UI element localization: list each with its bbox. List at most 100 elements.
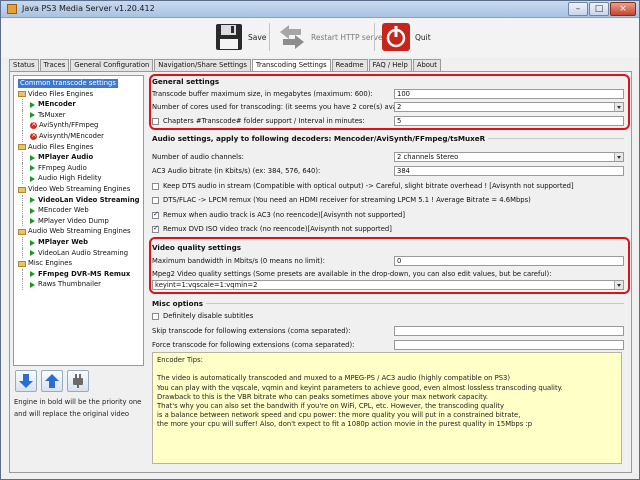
tree-folder[interactable]: Common transcode settings — [18, 79, 118, 88]
tree-engine-item[interactable]: Avisynth/MEncoder — [30, 131, 104, 141]
play-icon — [30, 197, 35, 204]
maximize-button[interactable]: □ — [589, 2, 609, 16]
misc-options-title: Misc options — [152, 299, 203, 308]
quit-button[interactable]: Quit — [381, 21, 431, 53]
encoder-tips-box: Encoder Tips: The video is automatically… — [152, 352, 622, 464]
tree-engine-item[interactable]: FFmpeg DVR-MS Remux — [30, 270, 130, 279]
save-button[interactable]: Save — [214, 21, 266, 53]
tree-item-label: MPlayer Video Dump — [38, 216, 109, 225]
tree-engine-item[interactable]: VideoLan Audio Streaming — [30, 249, 128, 258]
remux-dvd-checkbox[interactable]: Remux DVD ISO video track (no reencode)[… — [152, 224, 392, 233]
tab-general-configuration[interactable]: General Configuration — [70, 59, 154, 71]
tree-engine-item[interactable]: MPlayer Video Dump — [30, 217, 109, 226]
play-icon — [30, 218, 35, 225]
highlight-video-quality — [149, 237, 630, 294]
tree-engine-item[interactable]: FFmpeg Audio — [30, 164, 87, 173]
tree-folder[interactable]: Audio Web Streaming Engines — [18, 227, 131, 236]
tree-item-label: MEncoder Web — [38, 206, 89, 215]
tip-line — [157, 365, 617, 374]
disable-subtitles-checkbox[interactable]: Definitely disable subtitles — [152, 312, 253, 320]
lpcm-remux-checkbox[interactable]: DTS/FLAC -> LPCM remux (You need an HDMI… — [152, 196, 531, 204]
tree-engine-item[interactable]: MPlayer Audio — [30, 153, 93, 162]
tree-connector — [22, 237, 23, 248]
toggle-engine-button[interactable] — [67, 370, 89, 392]
tree-engine-item[interactable]: MPlayer Web — [30, 238, 88, 247]
restart-http-server-button[interactable]: Restart HTTP server — [277, 21, 386, 53]
audio-channels-select[interactable]: 2 channels Stereo — [394, 152, 624, 162]
lpcm-remux-label: DTS/FLAC -> LPCM remux (You need an HDMI… — [163, 196, 531, 204]
tree-item-label: Video Files Engines — [28, 89, 94, 98]
tree-item-label: Raws Thumbnailer — [38, 280, 101, 289]
tab-navigation-share-settings[interactable]: Navigation/Share Settings — [154, 59, 251, 71]
engine-order-controls — [15, 370, 89, 392]
play-icon — [30, 207, 35, 214]
play-icon — [30, 175, 35, 182]
tab-about[interactable]: About — [412, 59, 441, 71]
skip-transcode-input[interactable] — [394, 326, 624, 336]
plug-icon — [73, 374, 83, 388]
checkbox-box — [152, 312, 159, 320]
tab-faq-help[interactable]: FAQ / Help — [368, 59, 412, 71]
folder-icon — [18, 144, 26, 151]
play-icon — [30, 250, 35, 257]
title-bar: Java PS3 Media Server v1.20.412 – □ × — [1, 1, 639, 18]
tree-engine-item[interactable]: Raws Thumbnailer — [30, 280, 101, 289]
tree-connector — [22, 162, 23, 174]
close-window-button[interactable]: × — [610, 2, 636, 16]
tab-traces[interactable]: Traces — [39, 59, 70, 71]
tip-line: the more your cpu will suffer! Also, don… — [157, 420, 533, 429]
power-icon — [382, 23, 410, 51]
tree-connector — [22, 109, 23, 121]
play-icon — [30, 112, 35, 119]
tree-engine-item[interactable]: AviSynth/FFmpeg — [30, 120, 98, 130]
save-label: Save — [248, 32, 267, 42]
tree-engine-item[interactable]: MEncoder — [30, 100, 76, 109]
tree-engine-item[interactable]: VideoLan Video Streaming — [30, 196, 140, 205]
play-icon — [30, 239, 35, 246]
audio-channels-label: Number of audio channels: — [152, 153, 244, 161]
settings-content: General settings Transcode buffer maximu… — [148, 72, 630, 472]
tab-transcoding-settings[interactable]: Transcoding Settings — [251, 59, 331, 71]
remux-ac3-label: Remux when audio track is AC3 (no reenco… — [163, 211, 406, 219]
arrow-down-icon — [19, 374, 33, 388]
tree-engine-item[interactable]: MEncoder Web — [30, 206, 89, 215]
tree-item-label: Common transcode settings — [20, 79, 116, 87]
tree-folder[interactable]: Misc Engines — [18, 259, 72, 268]
folder-icon — [18, 91, 26, 98]
audio-settings-title: Audio settings, apply to following decod… — [152, 134, 486, 143]
remux-ac3-checkbox[interactable]: Remux when audio track is AC3 (no reenco… — [152, 210, 406, 219]
tree-connector — [22, 99, 23, 110]
toolbar-separator — [269, 23, 270, 51]
tab-status[interactable]: Status — [9, 59, 39, 71]
minimize-button[interactable]: – — [568, 2, 588, 16]
tree-folder[interactable]: Audio Files Engines — [18, 143, 93, 152]
tree-connector — [22, 279, 23, 290]
tab-readme[interactable]: Readme — [331, 59, 368, 71]
tree-engine-item[interactable]: TsMuxer — [30, 111, 66, 120]
restart-arrows-icon — [280, 25, 304, 49]
transcoding-panel: Common transcode settings Video Files Eng… — [9, 71, 632, 473]
move-up-button[interactable] — [41, 370, 63, 392]
remux-dvd-label: Remux DVD ISO video track (no reencode)[… — [163, 225, 392, 233]
window-title: Java PS3 Media Server v1.20.412 — [22, 4, 155, 13]
play-icon — [30, 154, 35, 161]
move-down-button[interactable] — [15, 370, 37, 392]
play-icon — [30, 281, 35, 288]
checkbox-box-checked — [152, 210, 159, 219]
disable-subtitles-label: Definitely disable subtitles — [163, 312, 254, 320]
tree-engine-item[interactable]: Audio High Fidelity — [30, 174, 102, 183]
tree-item-label: Misc Engines — [28, 259, 73, 268]
toolbar: Save Restart HTTP server Quit — [1, 19, 639, 57]
keep-dts-checkbox[interactable]: Keep DTS audio in stream (Compatible wit… — [152, 182, 574, 190]
tree-item-label: VideoLan Audio Streaming — [38, 248, 129, 257]
ac3-bitrate-input[interactable]: 384 — [394, 166, 624, 176]
tree-item-label: Video Web Streaming Engines — [28, 185, 131, 193]
tree-connector — [22, 215, 23, 227]
tree-connector — [22, 194, 23, 206]
tree-item-label: MPlayer Web — [38, 238, 88, 246]
force-transcode-input[interactable] — [394, 340, 624, 350]
tree-folder[interactable]: Video Files Engines — [18, 90, 93, 99]
tip-line: The video is automatically transcoded an… — [157, 374, 511, 383]
tree-folder[interactable]: Video Web Streaming Engines — [18, 185, 130, 194]
tip-line: Encoder Tips: — [157, 356, 203, 364]
